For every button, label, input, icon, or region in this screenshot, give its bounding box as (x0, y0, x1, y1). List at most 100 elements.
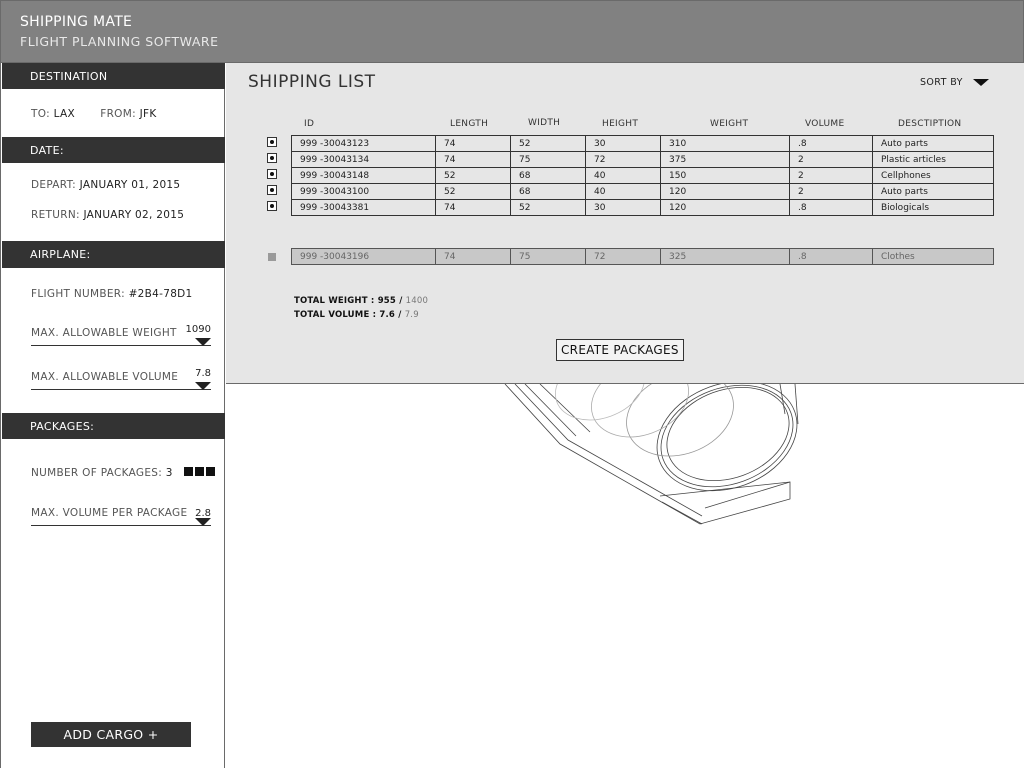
total-weight: TOTAL WEIGHT : 955 / 1400 (294, 296, 429, 306)
cell-weight: 375 (660, 151, 790, 168)
depart-date[interactable]: JANUARY 01, 2015 (80, 179, 181, 191)
cell-length: 74 (435, 135, 511, 152)
cell-width: 75 (510, 151, 586, 168)
total-weight-max: 1400 (405, 296, 429, 306)
to-label: TO: (31, 108, 50, 120)
return-label: RETURN: (31, 209, 80, 221)
row-select-checkbox[interactable] (267, 185, 277, 195)
table-row[interactable]: 999 -30043100 52 68 40 120 2 Auto parts (291, 183, 994, 200)
cell-weight: 150 (660, 167, 790, 184)
airplane-fuselage-drawing (504, 384, 799, 525)
max-volume-value: 7.8 (195, 368, 211, 379)
package-squares-icon (184, 467, 217, 479)
column-header-width[interactable]: WIDTH (528, 118, 560, 128)
cell-volume: .8 (789, 248, 873, 265)
shipping-table: 999 -30043123 74 52 30 310 .8 Auto parts… (291, 135, 994, 216)
max-weight-dropdown[interactable]: MAX. ALLOWABLE WEIGHT 1090 (31, 324, 211, 346)
package-count-value: 3 (165, 467, 173, 479)
cell-weight: 325 (660, 248, 790, 265)
total-weight-value: 955 (377, 296, 397, 306)
cell-volume: 2 (789, 151, 873, 168)
add-cargo-button[interactable]: ADD CARGO + (31, 722, 191, 747)
cell-description: Cellphones (872, 167, 994, 184)
max-weight-label: MAX. ALLOWABLE WEIGHT (31, 327, 177, 339)
cell-description: Biologicals (872, 199, 994, 216)
cell-height: 72 (585, 248, 661, 265)
cell-weight: 310 (660, 135, 790, 152)
row-select-checkbox[interactable] (267, 169, 277, 179)
column-header-length[interactable]: LENGTH (450, 119, 488, 129)
max-volume-label: MAX. ALLOWABLE VOLUME (31, 371, 179, 383)
column-header-volume[interactable]: VOLUME (805, 119, 845, 129)
dropdown-arrow-icon[interactable] (195, 518, 211, 526)
package-count-label: NUMBER OF PACKAGES: (31, 467, 163, 479)
table-row[interactable]: 999 -30043381 74 52 30 120 .8 Biological… (291, 199, 994, 216)
total-weight-label: TOTAL WEIGHT : (294, 296, 375, 306)
table-row[interactable]: 999 -30043123 74 52 30 310 .8 Auto parts (291, 135, 994, 152)
cell-id: 999 -30043100 (291, 183, 436, 200)
create-packages-button[interactable]: CREATE PACKAGES (556, 339, 684, 361)
table-row-pending[interactable]: 999 -30043196 74 75 72 325 .8 Clothes (291, 248, 994, 265)
cell-volume: 2 (789, 183, 873, 200)
cell-id: 999 -30043148 (291, 167, 436, 184)
column-header-height[interactable]: HEIGHT (602, 119, 638, 129)
app-window: SHIPPING MATE FLIGHT PLANNING SOFTWARE D… (0, 0, 1024, 768)
cell-height: 72 (585, 151, 661, 168)
total-volume-max: 7.9 (404, 310, 419, 320)
cell-length: 52 (435, 167, 511, 184)
dropdown-arrow-icon[interactable] (195, 382, 211, 390)
shipping-list-title: SHIPPING LIST (248, 72, 376, 92)
total-volume-value: 7.6 (379, 310, 396, 320)
sidebar: DESTINATION TO: LAX FROM: JFK DATE: DEPA… (0, 63, 225, 768)
table-row[interactable]: 999 -30043148 52 68 40 150 2 Cellphones (291, 167, 994, 184)
app-header: SHIPPING MATE FLIGHT PLANNING SOFTWARE (0, 0, 1024, 63)
destination-heading: DESTINATION (2, 63, 225, 89)
cell-description: Plastic articles (872, 151, 994, 168)
depart-label: DEPART: (31, 179, 76, 191)
row-select-checkbox-unchecked[interactable] (268, 253, 276, 261)
max-volume-per-package-dropdown[interactable]: MAX. VOLUME PER PACKAGE 2.8 (31, 504, 211, 526)
airplane-heading: AIRPLANE: (2, 241, 225, 268)
cell-width: 52 (510, 199, 586, 216)
cell-length: 74 (435, 248, 511, 265)
from-label: FROM: (100, 108, 136, 120)
app-title: SHIPPING MATE (20, 14, 133, 30)
cell-id: 999 -30043123 (291, 135, 436, 152)
total-volume-label: TOTAL VOLUME : (294, 310, 377, 320)
max-volume-per-package-label: MAX. VOLUME PER PACKAGE (31, 507, 188, 519)
flight-number-row: FLIGHT NUMBER: #2B4-78D1 (31, 288, 193, 300)
return-date[interactable]: JANUARY 02, 2015 (83, 209, 184, 221)
dropdown-arrow-icon[interactable] (195, 338, 211, 346)
depart-row: DEPART: JANUARY 01, 2015 (31, 179, 180, 191)
column-header-description[interactable]: DESCTIPTION (898, 119, 961, 129)
cell-width: 75 (510, 248, 586, 265)
cell-weight: 120 (660, 183, 790, 200)
column-header-id[interactable]: ID (304, 119, 314, 129)
cell-height: 30 (585, 199, 661, 216)
flight-number-value[interactable]: #2B4-78D1 (129, 288, 193, 300)
caret-down-icon[interactable] (972, 79, 989, 86)
cell-length: 52 (435, 183, 511, 200)
cell-height: 30 (585, 135, 661, 152)
cell-width: 68 (510, 167, 586, 184)
destination-row: TO: LAX FROM: JFK (31, 108, 157, 120)
cell-weight: 120 (660, 199, 790, 216)
cell-height: 40 (585, 167, 661, 184)
max-volume-dropdown[interactable]: MAX. ALLOWABLE VOLUME 7.8 (31, 368, 211, 390)
sort-by-dropdown[interactable]: SORT BY (920, 77, 989, 88)
row-select-checkbox[interactable] (267, 153, 277, 163)
cell-id: 999 -30043381 (291, 199, 436, 216)
date-heading: DATE: (2, 137, 225, 163)
row-select-checkbox[interactable] (267, 137, 277, 147)
column-header-weight[interactable]: WEIGHT (710, 119, 748, 129)
row-select-checkbox[interactable] (267, 201, 277, 211)
cell-volume: .8 (789, 135, 873, 152)
cell-length: 74 (435, 151, 511, 168)
return-row: RETURN: JANUARY 02, 2015 (31, 209, 184, 221)
to-value[interactable]: LAX (54, 108, 75, 120)
cell-id: 999 -30043134 (291, 151, 436, 168)
table-row[interactable]: 999 -30043134 74 75 72 375 2 Plastic art… (291, 151, 994, 168)
cell-id: 999 -30043196 (291, 248, 436, 265)
from-value[interactable]: JFK (140, 108, 157, 120)
total-volume: TOTAL VOLUME : 7.6 / 7.9 (294, 310, 419, 320)
